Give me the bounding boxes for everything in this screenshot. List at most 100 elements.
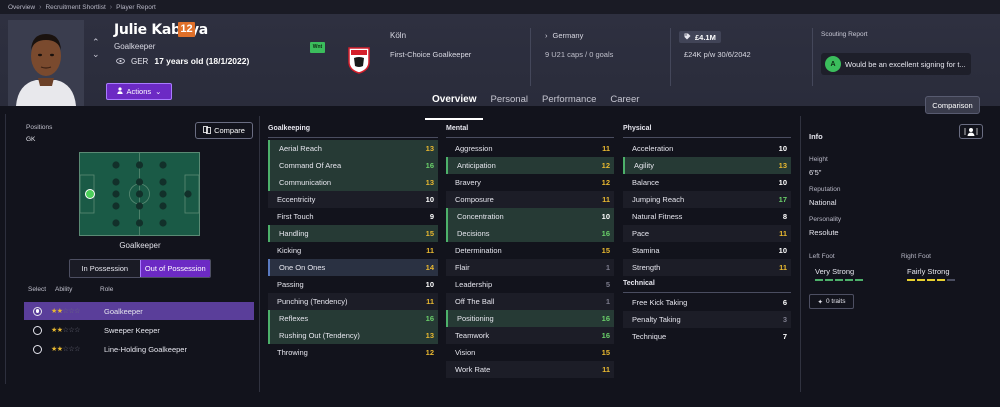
- compare-button[interactable]: Compare: [195, 122, 253, 139]
- attribute-row[interactable]: Rushing Out (Tendency) 13: [268, 327, 438, 344]
- attribute-row[interactable]: Balance 10: [623, 174, 791, 191]
- actions-button[interactable]: Actions ⌄: [106, 83, 172, 100]
- attribute-row[interactable]: Positioning 16: [446, 310, 614, 327]
- attribute-row[interactable]: Flair 1: [446, 259, 614, 276]
- attribute-row[interactable]: Eccentricity 10: [268, 191, 438, 208]
- role-row[interactable]: ★★☆☆☆ Line-Holding Goalkeeper: [24, 340, 254, 358]
- tab-performance[interactable]: Performance: [535, 88, 603, 120]
- attribute-row[interactable]: One On Ones 14: [268, 259, 438, 276]
- attribute-row[interactable]: Stamina 10: [623, 242, 791, 259]
- attribute-name: Free Kick Taking: [632, 298, 688, 307]
- squad-role: First-Choice Goalkeeper: [390, 50, 472, 59]
- attribute-row[interactable]: Vision 15: [446, 344, 614, 361]
- position-dot: [112, 190, 120, 198]
- attribute-name: Vision: [455, 348, 476, 357]
- traits-button[interactable]: ✦ 0 traits: [809, 294, 854, 309]
- breadcrumb-shortlist[interactable]: Recruitment Shortlist: [45, 4, 105, 11]
- attribute-row[interactable]: Reflexes 16: [268, 310, 438, 327]
- attribute-row[interactable]: Command Of Area 16: [268, 157, 438, 174]
- attribute-row[interactable]: Strength 11: [623, 259, 791, 276]
- tab-personal[interactable]: Personal: [483, 88, 535, 120]
- attribute-value: 5: [605, 280, 610, 289]
- tab-overview[interactable]: Overview: [425, 88, 484, 120]
- attribute-row[interactable]: Communication 13: [268, 174, 438, 191]
- height-label: Height: [809, 156, 828, 163]
- comparison-button[interactable]: Comparison: [925, 96, 980, 114]
- attribute-row[interactable]: Off The Ball 1: [446, 293, 614, 310]
- attribute-row[interactable]: Concentration 10: [446, 208, 614, 225]
- out-of-possession-button[interactable]: Out of Possession: [139, 260, 210, 277]
- attribute-row[interactable]: Pace 11: [623, 225, 791, 242]
- star-icon: ☆: [74, 308, 80, 315]
- attribute-row[interactable]: Passing 10: [268, 276, 438, 293]
- breadcrumb-overview[interactable]: Overview: [8, 4, 35, 11]
- attribute-row[interactable]: Composure 11: [446, 191, 614, 208]
- left-foot-label: Left Foot: [809, 253, 835, 260]
- profile-button[interactable]: [959, 124, 983, 139]
- attribute-row[interactable]: Throwing 12: [268, 344, 438, 361]
- attribute-row[interactable]: Anticipation 12: [446, 157, 614, 174]
- attribute-row[interactable]: Technique 7: [623, 328, 791, 345]
- attribute-value: 13: [425, 331, 434, 340]
- attribute-row[interactable]: Work Rate 11: [446, 361, 614, 378]
- attribute-row[interactable]: Decisions 16: [446, 225, 614, 242]
- person-icon: [116, 87, 123, 96]
- in-possession-button[interactable]: In Possession: [70, 260, 140, 277]
- positions-panel: Positions GK Compare Goalkeeper In Posse…: [18, 116, 260, 392]
- attribute-name: Concentration: [457, 212, 504, 221]
- attribute-row[interactable]: Leadership 5: [446, 276, 614, 293]
- chevron-down-icon[interactable]: ⌄: [92, 48, 100, 60]
- position-dot: [159, 202, 167, 210]
- attribute-name: Teamwork: [455, 331, 490, 340]
- club-name[interactable]: Köln: [390, 31, 406, 40]
- right-foot-label: Right Foot: [901, 253, 931, 260]
- height-value: 6'5": [809, 168, 822, 177]
- scouting-report-box[interactable]: A Would be an excellent signing for t...: [821, 53, 971, 75]
- tab-career[interactable]: Career: [603, 88, 646, 120]
- attribute-row[interactable]: Penalty Taking 3: [623, 311, 791, 328]
- attribute-row[interactable]: Kicking 11: [268, 242, 438, 259]
- left-foot-meter: [815, 279, 863, 281]
- right-foot-meter: [907, 279, 955, 281]
- attribute-name: Anticipation: [457, 161, 496, 170]
- attribute-value: 16: [425, 314, 434, 323]
- attribute-row[interactable]: Natural Fitness 8: [623, 208, 791, 225]
- attribute-row[interactable]: Handling 15: [268, 225, 438, 242]
- left-foot-value: Very Strong: [815, 267, 855, 276]
- role-row[interactable]: ★★☆☆☆ Goalkeeper: [24, 302, 254, 320]
- reputation-label: Reputation: [809, 186, 841, 193]
- attribute-row[interactable]: Determination 15: [446, 242, 614, 259]
- attribute-row[interactable]: Agility 13: [623, 157, 791, 174]
- role-row[interactable]: ★★☆☆☆ Sweeper Keeper: [24, 321, 254, 339]
- attribute-value: 7: [782, 332, 787, 341]
- attribute-name: First Touch: [277, 212, 314, 221]
- attribute-row[interactable]: Bravery 12: [446, 174, 614, 191]
- technical-title: Technical: [623, 280, 655, 287]
- role-radio[interactable]: [33, 325, 42, 335]
- attribute-value: 10: [778, 144, 787, 153]
- attribute-row[interactable]: Aerial Reach 13: [268, 140, 438, 157]
- attribute-row[interactable]: Teamwork 16: [446, 327, 614, 344]
- attribute-row[interactable]: First Touch 9: [268, 208, 438, 225]
- attribute-name: Throwing: [277, 348, 308, 357]
- breadcrumb: Overview › Recruitment Shortlist › Playe…: [0, 0, 1000, 14]
- attribute-name: Reflexes: [279, 314, 309, 323]
- sparkle-icon: ✦: [817, 298, 823, 306]
- attribute-row[interactable]: Free Kick Taking 6: [623, 294, 791, 311]
- attribute-row[interactable]: Acceleration 10: [623, 140, 791, 157]
- attribute-row[interactable]: Punching (Tendency) 11: [268, 293, 438, 310]
- country-name[interactable]: Germany: [553, 31, 584, 40]
- attribute-name: Strength: [632, 263, 661, 272]
- attribute-row[interactable]: Jumping Reach 17: [623, 191, 791, 208]
- mental-title: Mental: [446, 125, 469, 132]
- attribute-name: Jumping Reach: [632, 195, 685, 204]
- tag-icon: [684, 33, 691, 42]
- ability-badge: 12: [178, 22, 195, 37]
- chevron-up-icon[interactable]: ⌃: [92, 36, 100, 48]
- divider: [268, 137, 438, 138]
- player-age: 17 years old (18/1/2022): [154, 56, 250, 66]
- wage-contract: £24K p/w 30/6/2042: [684, 50, 751, 59]
- role-radio[interactable]: [33, 344, 42, 354]
- attribute-row[interactable]: Aggression 11: [446, 140, 614, 157]
- role-radio[interactable]: [33, 306, 42, 316]
